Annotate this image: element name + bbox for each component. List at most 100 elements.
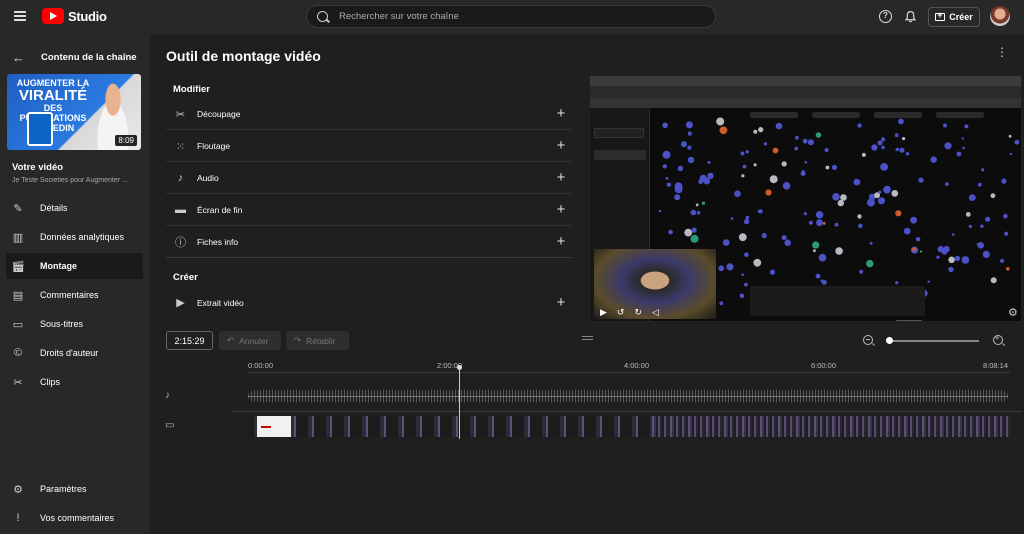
network-dot <box>795 135 799 140</box>
add-icon[interactable]: + <box>554 138 568 153</box>
play-icon[interactable]: ▶ <box>600 307 607 318</box>
add-icon[interactable]: + <box>554 170 568 185</box>
preview-scrollbar[interactable] <box>896 320 922 321</box>
sidebar-item-details[interactable]: ✎ Détails <box>6 195 143 221</box>
volume-icon[interactable]: ◁ <box>652 307 659 318</box>
help-icon[interactable]: ? <box>879 10 892 23</box>
redo-button[interactable]: ↷ Rétablir <box>286 331 349 350</box>
subtitles-icon: ▭ <box>12 318 24 331</box>
timeline[interactable]: 0:00:00 2:00:00 4:00:00 6:00:00 8:08:14 … <box>152 354 1022 439</box>
zoom-slider[interactable] <box>889 340 979 342</box>
sidebar-item-label: Vos commentaires <box>40 513 115 523</box>
network-dot <box>815 211 824 219</box>
network-dot <box>718 265 725 272</box>
network-dot <box>734 190 741 198</box>
network-dot <box>834 222 839 227</box>
video-preview[interactable]: ▶ ↺ ↻ ◁ ⚙ <box>589 75 1022 322</box>
add-icon[interactable]: + <box>554 202 568 217</box>
network-dot <box>977 182 982 187</box>
network-dot <box>948 266 954 273</box>
sidebar-item-analytics[interactable]: ▥ Données analytiques <box>6 224 143 250</box>
network-dot <box>990 193 996 199</box>
clapper-icon: 🎬︎ <box>11 260 25 273</box>
network-dot <box>808 220 813 225</box>
create-button[interactable]: Créer <box>928 7 980 27</box>
add-icon[interactable]: + <box>554 106 568 121</box>
network-dot <box>753 129 758 134</box>
search-input[interactable] <box>339 9 699 24</box>
analytics-icon: ▥ <box>12 231 24 244</box>
network-dot <box>825 165 830 170</box>
rewind-icon[interactable]: ↺ <box>617 307 625 318</box>
tool-label: Extrait vidéo <box>197 297 244 308</box>
zoom-slider-thumb[interactable] <box>886 337 893 344</box>
tool-info-cards[interactable]: ⓘ Fiches info + <box>166 227 572 258</box>
network-dot <box>882 166 886 170</box>
menu-icon[interactable] <box>14 11 26 21</box>
network-dot <box>744 282 748 287</box>
add-icon[interactable]: + <box>554 234 568 249</box>
sidebar-item-copyright[interactable]: © Droits d'auteur <box>6 340 143 366</box>
tool-label: Fiches info <box>197 237 239 247</box>
undo-button[interactable]: ↶ Annuler <box>219 331 281 350</box>
back-label[interactable]: Contenu de la chaîne <box>41 52 137 63</box>
tool-blur[interactable]: ⁙ Floutage + <box>166 131 572 162</box>
resize-handle-icon[interactable] <box>582 336 593 342</box>
avatar[interactable] <box>990 6 1010 26</box>
network-dot <box>820 279 824 283</box>
network-dot <box>690 234 699 243</box>
network-dot <box>696 211 701 215</box>
logo-text: Studio <box>68 8 107 24</box>
network-dot <box>775 122 783 130</box>
zoom-in-icon[interactable] <box>993 333 1003 345</box>
network-dot <box>662 122 668 129</box>
tool-audio[interactable]: ♪ Audio + <box>166 163 572 194</box>
network-dot <box>866 198 875 207</box>
search-icon[interactable] <box>317 11 328 22</box>
tool-trim[interactable]: ✂ Découpage + <box>166 99 572 130</box>
studio-logo[interactable]: Studio <box>42 8 107 24</box>
sidebar-item-clips[interactable]: ✂ Clips <box>6 369 143 395</box>
network-dot <box>899 147 905 153</box>
modify-section-title: Modifier <box>173 84 210 95</box>
bell-icon[interactable] <box>904 10 917 23</box>
network-dot <box>905 152 910 156</box>
more-options-icon[interactable]: ⋮ <box>996 46 1008 58</box>
sidebar-item-settings[interactable]: ⚙ Paramètres <box>6 476 143 502</box>
network-dot <box>961 256 970 264</box>
network-dot <box>763 142 768 146</box>
thumbnail-text: AUGMENTER LA VIRALITÉ DES PUBLICATIONS L… <box>13 78 93 133</box>
video-thumbnail[interactable]: AUGMENTER LA VIRALITÉ DES PUBLICATIONS L… <box>7 74 141 150</box>
network-dot <box>699 174 707 183</box>
zoom-out-icon[interactable] <box>863 335 873 345</box>
tool-end-screen[interactable]: ▬ Écran de fin + <box>166 195 572 226</box>
sidebar-item-comments[interactable]: ▤ Commentaires <box>6 282 143 308</box>
tool-video-clip[interactable]: ▶ Extrait vidéo + <box>166 287 572 318</box>
sidebar-item-feedback[interactable]: ! Vos commentaires <box>6 505 143 531</box>
thumbnail-line-2: VIRALITÉ <box>18 87 88 104</box>
back-arrow-icon[interactable]: ← <box>12 50 25 65</box>
network-dot <box>707 160 711 164</box>
network-dot <box>895 147 899 152</box>
network-dot <box>1000 258 1005 263</box>
network-dot <box>802 138 808 144</box>
back-to-content[interactable]: ← Contenu de la chaîne <box>12 50 137 65</box>
comments-icon: ▤ <box>12 289 24 302</box>
network-dot <box>1009 152 1013 156</box>
sidebar-item-editor[interactable]: 🎬︎ Montage <box>6 253 143 279</box>
network-dot <box>930 156 937 163</box>
forward-icon[interactable]: ↻ <box>634 307 642 318</box>
add-icon[interactable]: + <box>554 295 568 310</box>
feedback-icon: ! <box>16 512 20 524</box>
create-button-label: Créer <box>949 12 973 22</box>
network-dot <box>716 117 725 126</box>
current-time[interactable]: 2:15:29 <box>166 331 213 350</box>
redo-icon: ↷ <box>294 335 302 345</box>
playhead[interactable] <box>457 365 462 439</box>
network-dot <box>674 182 683 190</box>
info-icon: ⓘ <box>175 237 186 249</box>
player-settings-icon[interactable]: ⚙ <box>1008 306 1018 319</box>
network-dot <box>757 209 761 213</box>
sidebar-item-subtitles[interactable]: ▭ Sous-titres <box>6 311 143 337</box>
youtube-play-icon <box>42 8 64 24</box>
